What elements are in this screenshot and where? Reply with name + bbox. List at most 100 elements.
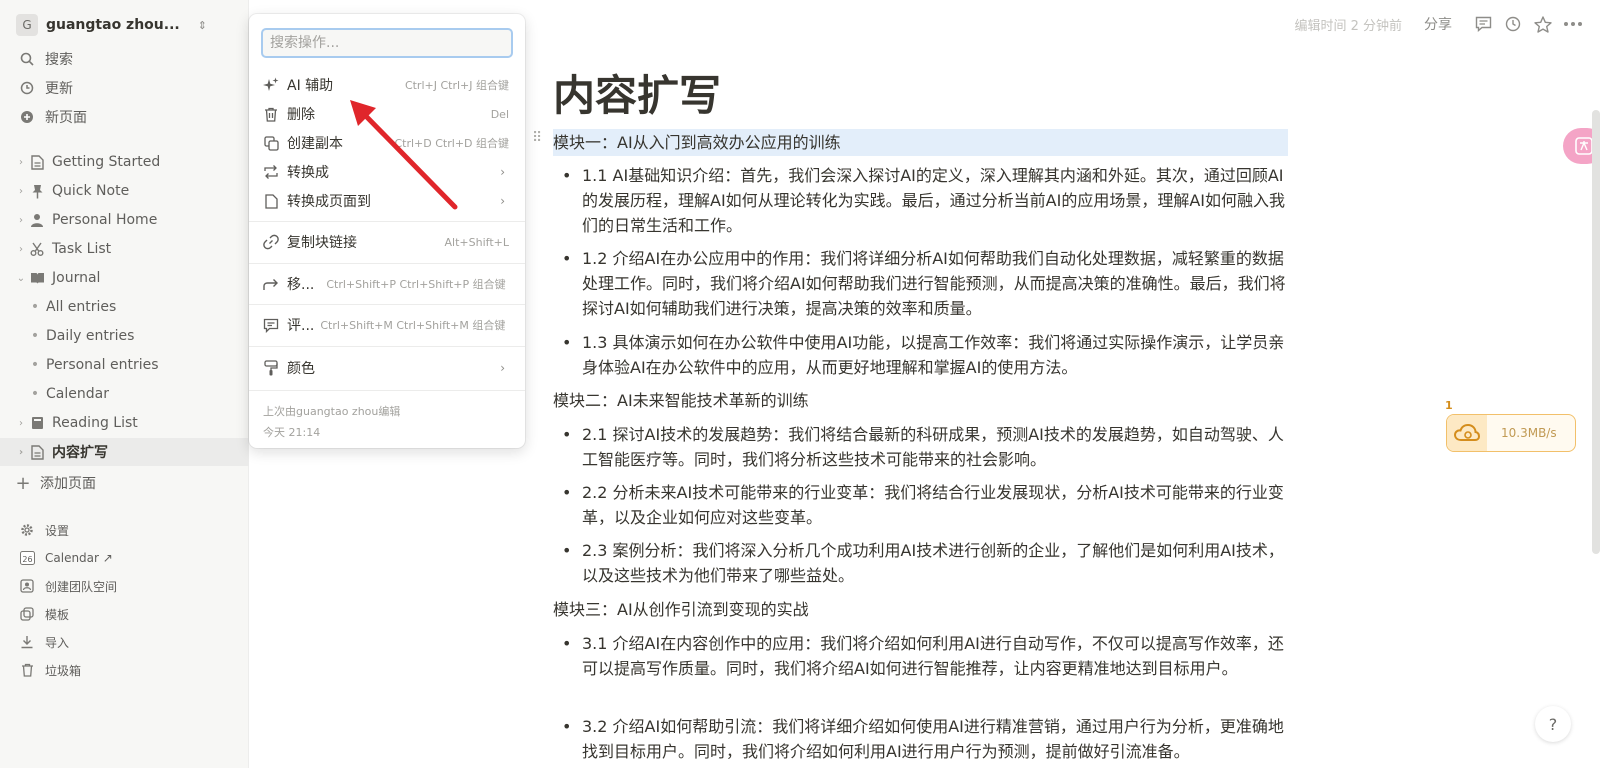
chevron-right-icon: ›	[500, 361, 505, 375]
sidebar-item-settings[interactable]: 设置	[0, 516, 249, 544]
sidebar-item-personal-entries[interactable]: • Personal entries	[0, 351, 249, 379]
page-icon	[28, 443, 46, 461]
workspace-switcher[interactable]: G guangtao zhou... ⇕	[16, 14, 207, 36]
sidebar-item-label: 导入	[45, 635, 70, 650]
chevron-right-icon[interactable]: ›	[14, 157, 28, 168]
chevron-right-icon[interactable]: ›	[14, 418, 28, 429]
scrollbar[interactable]	[1592, 110, 1600, 554]
bullet-icon: •	[30, 328, 40, 344]
star-icon[interactable]	[1528, 12, 1558, 36]
sparkle-icon	[255, 77, 287, 93]
edited-time: 编辑时间 2 分钟前	[1294, 18, 1402, 34]
duplicate-icon	[255, 135, 287, 151]
list-item-text: 2.2 分析未来AI技术可能带来的行业变革：我们将结合行业发展现状，分析AI技术…	[582, 483, 1284, 527]
plus-icon: +	[15, 472, 31, 494]
sidebar-item-updates[interactable]: 更新	[0, 74, 249, 102]
action-search-input[interactable]	[261, 28, 513, 58]
sidebar-item-all-entries[interactable]: • All entries	[0, 293, 249, 321]
list-item-text: 1.1 AI基础知识介绍：首先，我们会深入探讨AI的定义，深入理解其内涵和外延。…	[582, 166, 1285, 235]
sidebar-item-task-list[interactable]: › Task List	[0, 235, 249, 263]
menu-item-comment[interactable]: 评... Ctrl+Shift+M Ctrl+Shift+M 组合键	[255, 311, 519, 339]
sidebar-item-search[interactable]: 搜索	[0, 45, 249, 73]
comment-icon[interactable]	[1468, 12, 1498, 36]
annotation-arrow	[350, 100, 458, 210]
convert-icon	[255, 165, 287, 179]
sidebar-item-label: Getting Started	[52, 154, 161, 170]
app-window: G guangtao zhou... ⇕ 搜索 更新 新页面 › Getting…	[0, 0, 1600, 768]
book-icon	[28, 414, 46, 432]
page-icon	[28, 153, 46, 171]
sidebar-item-daily-entries[interactable]: • Daily entries	[0, 322, 249, 350]
sidebar-item-label: 搜索	[45, 52, 73, 68]
bullet-icon: •	[30, 299, 40, 315]
heading-module-2[interactable]: 模块二：AI未来智能技术革新的训练	[553, 388, 1288, 413]
sidebar-item-label: Quick Note	[52, 183, 130, 199]
sidebar-item-calendar[interactable]: • Calendar	[0, 380, 249, 408]
network-speed-widget[interactable]: 1 10.3MB/s	[1445, 399, 1576, 452]
sidebar-item-create-team[interactable]: 创建团队空间	[0, 572, 249, 600]
menu-item-shortcut: Del	[490, 107, 509, 121]
chevron-down-icon[interactable]: ⌄	[14, 273, 28, 284]
list-item[interactable]: • 1.1 AI基础知识介绍：首先，我们会深入探讨AI的定义，深入理解其内涵和外延…	[562, 163, 1287, 238]
drag-handle-icon[interactable]: ⠿	[532, 130, 542, 146]
more-icon[interactable]	[1558, 12, 1588, 36]
sidebar-item-label: 设置	[45, 523, 70, 538]
chevron-right-icon[interactable]: ›	[14, 244, 28, 255]
sidebar-item-trash[interactable]: 垃圾箱	[0, 656, 249, 684]
list-item[interactable]: • 3.1 介绍AI在内容创作中的应用：我们将介绍如何利用AI进行自动写作，不仅可…	[562, 631, 1287, 681]
sidebar-item-quick-note[interactable]: › Quick Note	[0, 177, 249, 205]
sidebar-item-label: All entries	[46, 299, 117, 315]
history-icon[interactable]	[1498, 12, 1528, 36]
list-item[interactable]: • 1.2 介绍AI在办公应用中的作用：我们将详细分析AI如何帮助我们自动化处理数…	[562, 246, 1287, 321]
list-item-text: 3.1 介绍AI在内容创作中的应用：我们将介绍如何利用AI进行自动写作，不仅可以…	[582, 634, 1284, 678]
chevron-right-icon[interactable]: ›	[14, 186, 28, 197]
share-button[interactable]: 分享	[1424, 14, 1452, 34]
sidebar-item-label: 添加页面	[40, 476, 96, 492]
sidebar-item-journal[interactable]: ⌄ Journal	[0, 264, 249, 292]
team-icon	[18, 577, 36, 595]
menu-item-move[interactable]: 移... Ctrl+Shift+P Ctrl+Shift+P 组合键	[255, 270, 519, 298]
scissors-icon	[28, 240, 46, 258]
sidebar-item-personal-home[interactable]: › Personal Home	[0, 206, 249, 234]
menu-divider	[249, 304, 525, 305]
chevron-right-icon: ›	[500, 194, 505, 208]
sidebar-item-label: Daily entries	[46, 328, 135, 344]
bullet-icon: •	[562, 249, 572, 268]
list-item[interactable]: • 2.3 案例分析：我们将深入分析几个成功利用AI技术进行创新的企业，了解他们是…	[562, 538, 1287, 588]
menu-item-color[interactable]: 颜色 ›	[255, 354, 519, 382]
help-button[interactable]: ?	[1535, 706, 1571, 742]
gear-icon	[18, 521, 36, 539]
clock-icon	[18, 79, 36, 97]
list-item[interactable]: • 1.3 具体演示如何在办公软件中使用AI功能，以提高工作效率：我们将通过实际操…	[562, 330, 1287, 380]
page-title[interactable]: 内容扩写	[553, 62, 721, 123]
sidebar-item-new-page[interactable]: 新页面	[0, 103, 249, 131]
list-item[interactable]: • 2.2 分析未来AI技术可能带来的行业变革：我们将结合行业发展现状，分析AI技…	[562, 480, 1287, 530]
chevron-right-icon[interactable]: ›	[14, 447, 28, 458]
menu-item-shortcut: Ctrl+Shift+P Ctrl+Shift+P 组合键	[326, 278, 506, 291]
sidebar-item-reading-list[interactable]: › Reading List	[0, 409, 249, 437]
sidebar-item-templates[interactable]: 模板	[0, 600, 249, 628]
add-page-button[interactable]: + 添加页面	[0, 469, 249, 497]
sidebar-item-calendar-link[interactable]: 26 Calendar ↗	[0, 544, 249, 572]
chevron-updown-icon[interactable]: ⇕	[198, 19, 207, 32]
workspace-name: guangtao zhou...	[46, 17, 180, 33]
sidebar-item-import[interactable]: 导入	[0, 628, 249, 656]
list-item[interactable]: • 2.1 探讨AI技术的发展趋势：我们将结合最新的科研成果，预测AI技术的发展趋…	[562, 422, 1287, 472]
chevron-right-icon[interactable]: ›	[14, 215, 28, 226]
sidebar-item-label: Personal entries	[46, 357, 159, 373]
bullet-icon: •	[562, 166, 572, 185]
list-item[interactable]: • 3.2 介绍AI如何帮助引流：我们将详细介绍如何使用AI进行精准营销，通过用户…	[562, 714, 1287, 764]
sidebar-item-content-expand[interactable]: › 内容扩写	[0, 438, 249, 466]
sidebar-item-getting-started[interactable]: › Getting Started	[0, 148, 249, 176]
menu-item-copy-link[interactable]: 复制块链接 Alt+Shift+L	[255, 228, 519, 256]
person-icon	[28, 211, 46, 229]
heading-module-3[interactable]: 模块三：AI从创作引流到变现的实战	[553, 597, 1288, 622]
heading-module-1[interactable]: 模块一：AI从入门到高效办公应用的训练	[553, 129, 1288, 156]
speed-badge: 1	[1445, 399, 1453, 412]
bullet-icon: •	[562, 333, 572, 352]
calendar-icon: 26	[18, 549, 36, 567]
comment-icon	[255, 318, 287, 333]
chevron-right-icon: ›	[500, 165, 505, 179]
menu-divider	[249, 346, 525, 347]
workspace-avatar: G	[16, 14, 38, 36]
